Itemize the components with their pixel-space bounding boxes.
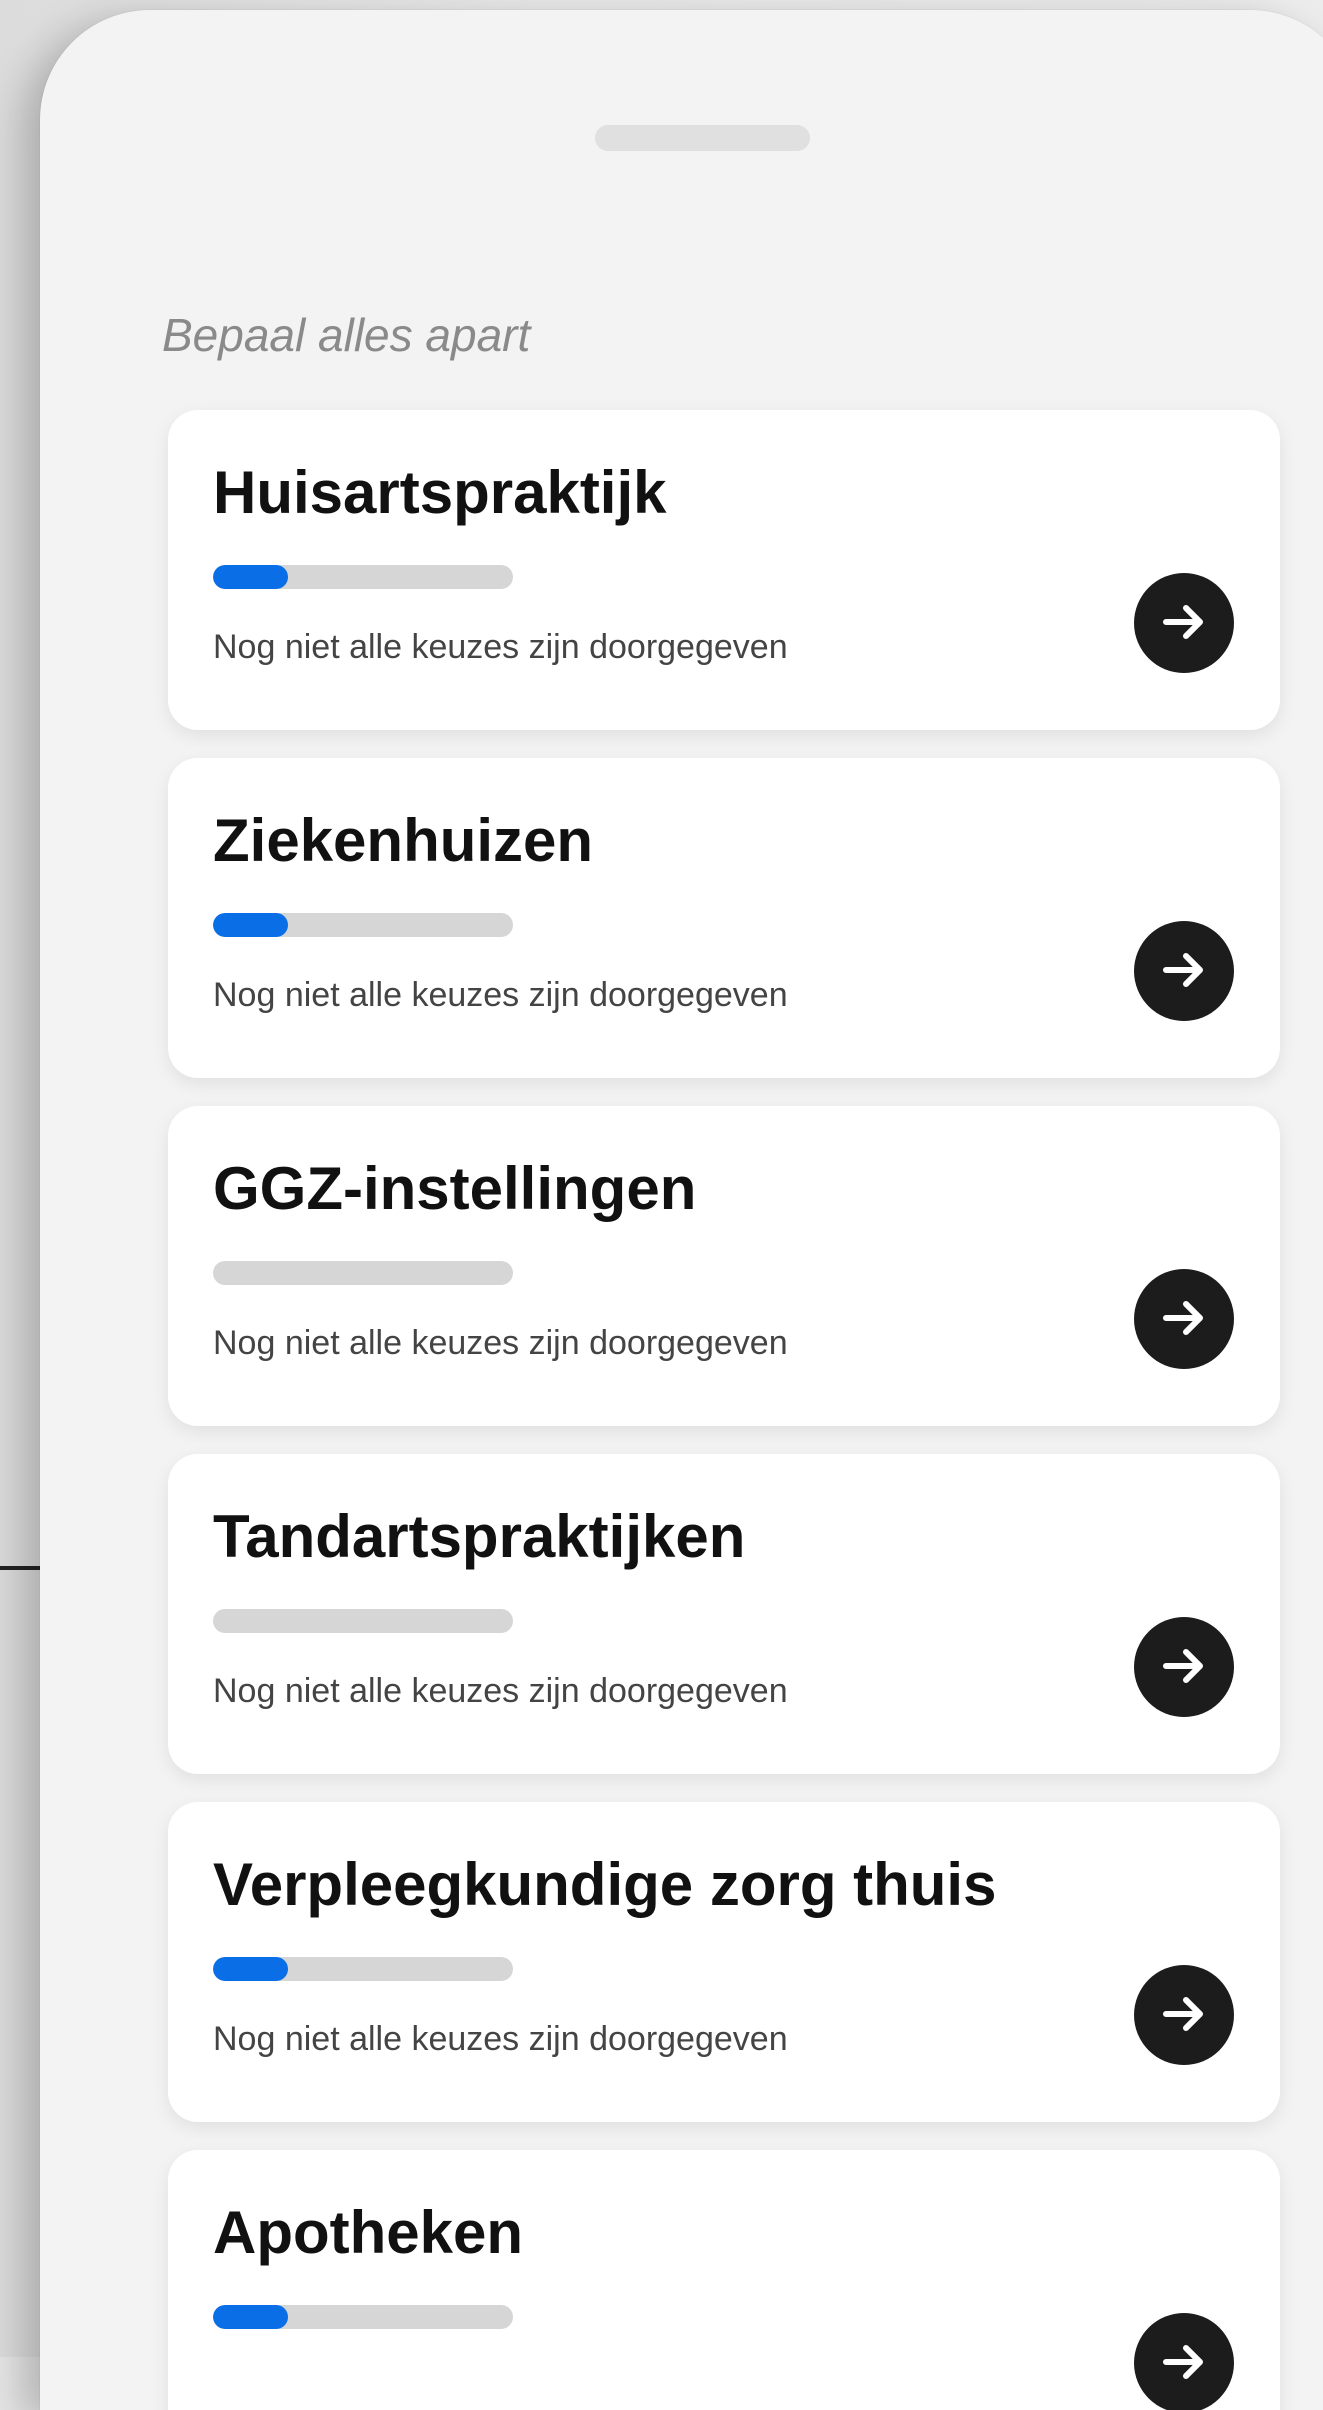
arrow-right-icon	[1156, 2334, 1212, 2393]
arrow-right-icon	[1156, 1638, 1212, 1697]
arrow-right-icon	[1156, 942, 1212, 1001]
card-ziekenhuizen[interactable]: Ziekenhuizen Nog niet alle keuzes zijn d…	[168, 758, 1280, 1078]
phone-sheet: Bepaal alles apart Huisartspraktijk Nog …	[40, 10, 1323, 2410]
card-apotheken[interactable]: Apotheken	[168, 2150, 1280, 2410]
card-status: Nog niet alle keuzes zijn doorgegeven	[213, 2020, 788, 2058]
progress-bar-fill	[213, 565, 288, 589]
arrow-right-icon	[1156, 594, 1212, 653]
card-open-button[interactable]	[1134, 573, 1234, 673]
card-ggz-instellingen[interactable]: GGZ-instellingen Nog niet alle keuzes zi…	[168, 1106, 1280, 1426]
card-open-button[interactable]	[1134, 2313, 1234, 2410]
card-status: Nog niet alle keuzes zijn doorgegeven	[213, 1672, 788, 1710]
arrow-right-icon	[1156, 1290, 1212, 1349]
progress-bar-fill	[213, 1957, 288, 1981]
card-huisartspraktijk[interactable]: Huisartspraktijk Nog niet alle keuzes zi…	[168, 410, 1280, 730]
progress-bar	[213, 1609, 513, 1633]
card-open-button[interactable]	[1134, 1269, 1234, 1369]
progress-bar	[213, 1957, 513, 1981]
card-title: Verpleegkundige zorg thuis	[213, 1851, 997, 1918]
card-status: Nog niet alle keuzes zijn doorgegeven	[213, 976, 788, 1014]
card-title: Tandartspraktijken	[213, 1503, 746, 1570]
arrow-right-icon	[1156, 1986, 1212, 2045]
progress-bar	[213, 565, 513, 589]
card-verpleegkundige-zorg-thuis[interactable]: Verpleegkundige zorg thuis Nog niet alle…	[168, 1802, 1280, 2122]
card-open-button[interactable]	[1134, 1617, 1234, 1717]
section-title: Bepaal alles apart	[162, 309, 531, 361]
progress-bar	[213, 1261, 513, 1285]
progress-bar	[213, 2305, 513, 2329]
card-title: GGZ-instellingen	[213, 1155, 697, 1222]
progress-bar	[213, 913, 513, 937]
card-status: Nog niet alle keuzes zijn doorgegeven	[213, 628, 788, 666]
card-tandartspraktijken[interactable]: Tandartspraktijken Nog niet alle keuzes …	[168, 1454, 1280, 1774]
card-title: Apotheken	[213, 2199, 524, 2266]
card-title: Ziekenhuizen	[213, 807, 594, 874]
card-title: Huisartspraktijk	[213, 459, 667, 526]
card-open-button[interactable]	[1134, 1965, 1234, 2065]
card-open-button[interactable]	[1134, 921, 1234, 1021]
progress-bar-fill	[213, 2305, 288, 2329]
sheet-drag-handle[interactable]	[595, 125, 810, 151]
card-status: Nog niet alle keuzes zijn doorgegeven	[213, 1324, 788, 1362]
progress-bar-fill	[213, 913, 288, 937]
